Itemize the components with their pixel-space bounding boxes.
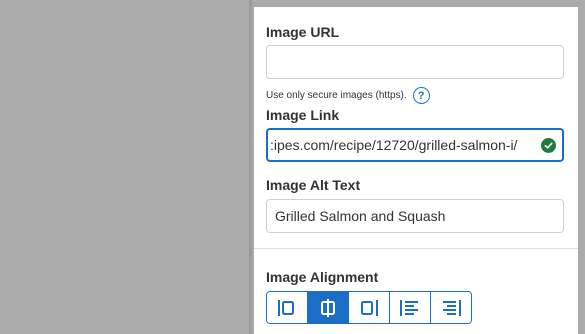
image-alignment-group [266, 291, 472, 324]
text-wrap-left-button[interactable] [390, 292, 431, 323]
align-left-icon [278, 299, 294, 316]
image-url-hint: Use only secure images (https). ? [266, 87, 430, 104]
section-separator [254, 248, 578, 249]
text-wrap-left-icon [400, 299, 418, 316]
image-alt-input[interactable]: Grilled Salmon and Squash [266, 199, 564, 233]
image-url-label: Image URL [266, 24, 340, 40]
image-url-input[interactable] [266, 45, 564, 79]
image-alignment-label: Image Alignment [266, 269, 379, 285]
align-right-icon [361, 299, 378, 316]
help-icon[interactable]: ? [412, 87, 430, 104]
panel-divider [249, 0, 252, 334]
align-right-button[interactable] [349, 292, 390, 323]
image-alt-label: Image Alt Text [266, 177, 361, 193]
image-settings-panel: Image URL Use only secure images (https)… [254, 7, 578, 334]
align-center-button[interactable] [308, 292, 349, 323]
image-alt-value: Grilled Salmon and Squash [275, 208, 446, 224]
backdrop-area [0, 0, 252, 334]
text-wrap-right-button[interactable] [431, 292, 471, 323]
image-link-value: :ipes.com/recipe/12720/grilled-salmon-i/ [270, 137, 518, 153]
check-circle-icon [541, 138, 556, 153]
align-center-icon [321, 298, 335, 317]
image-link-label: Image Link [266, 107, 340, 123]
text-wrap-right-icon [443, 299, 461, 316]
image-url-hint-text: Use only secure images (https). [266, 90, 407, 101]
image-link-input[interactable]: :ipes.com/recipe/12720/grilled-salmon-i/ [266, 128, 564, 162]
align-left-button[interactable] [267, 292, 308, 323]
